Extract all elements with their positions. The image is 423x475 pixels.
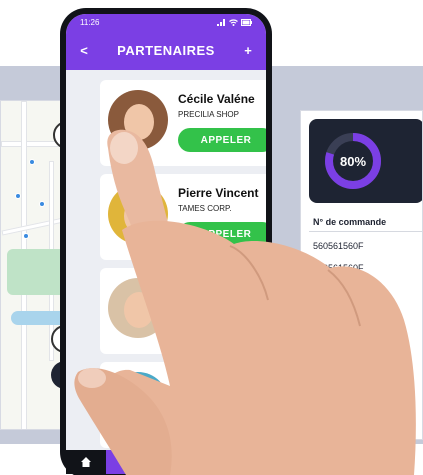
nav-home-button[interactable]	[66, 450, 106, 474]
map-pin-icon[interactable]	[39, 201, 45, 207]
kpi-value: 80%	[339, 153, 367, 169]
bottom-nav	[66, 450, 266, 474]
home-icon	[81, 457, 91, 467]
call-button[interactable]: APPELER	[178, 128, 266, 152]
divider	[309, 231, 422, 232]
partner-company: PRECILIA SHOP	[178, 110, 239, 119]
battery-icon	[241, 18, 252, 26]
app-bar: < PARTENAIRES +	[66, 30, 266, 70]
avatar-face	[124, 104, 154, 140]
partner-name: Cécile Valéne	[178, 92, 255, 106]
avatar	[108, 90, 168, 150]
partner-list: Cécile Valéne PRECILIA SHOP APPELER Pier…	[66, 70, 266, 450]
map-pin-icon[interactable]	[15, 193, 21, 199]
add-partner-button[interactable]: +	[240, 43, 256, 58]
avatar-face	[124, 292, 154, 328]
wifi-icon	[229, 18, 238, 26]
partner-card[interactable]	[100, 268, 266, 354]
phone-screen: 11:26 < PARTENAIRES + Cécile Valéne PREC…	[66, 14, 266, 474]
orders-column-header: N° de commande	[313, 217, 387, 227]
partner-name: Pierre Vincent	[178, 186, 259, 200]
call-button[interactable]: APPELER	[178, 222, 266, 246]
kpi-card: 80%	[309, 119, 422, 203]
map-pin-icon[interactable]	[29, 159, 35, 165]
nav-active-tab[interactable]	[106, 450, 150, 474]
partner-card[interactable]: Cécile Valéne PRECILIA SHOP APPELER	[100, 80, 266, 166]
status-time: 11:26	[80, 17, 100, 27]
partner-company: TAMES CORP.	[178, 204, 232, 213]
order-row[interactable]: 560561560F	[313, 241, 364, 251]
status-icons	[217, 18, 252, 26]
avatar	[108, 372, 168, 432]
dashboard-panel: 80% N° de commande 560561560F 560561560F	[300, 110, 423, 440]
status-bar: 11:26	[66, 14, 266, 30]
page-title: PARTENAIRES	[117, 42, 215, 58]
signal-icon	[217, 18, 225, 26]
back-button[interactable]: <	[76, 43, 92, 58]
avatar	[108, 184, 168, 244]
map-pin-icon[interactable]	[23, 233, 29, 239]
avatar-face	[124, 198, 154, 234]
avatar-face	[124, 386, 154, 422]
avatar	[108, 278, 168, 338]
partner-card[interactable]: Pierre Vincent TAMES CORP. APPELER	[100, 174, 266, 260]
composite-scene: 80% N° de commande 560561560F 560561560F…	[0, 0, 423, 475]
partner-card[interactable]	[100, 362, 266, 448]
order-row[interactable]: 560561560F	[313, 263, 364, 273]
